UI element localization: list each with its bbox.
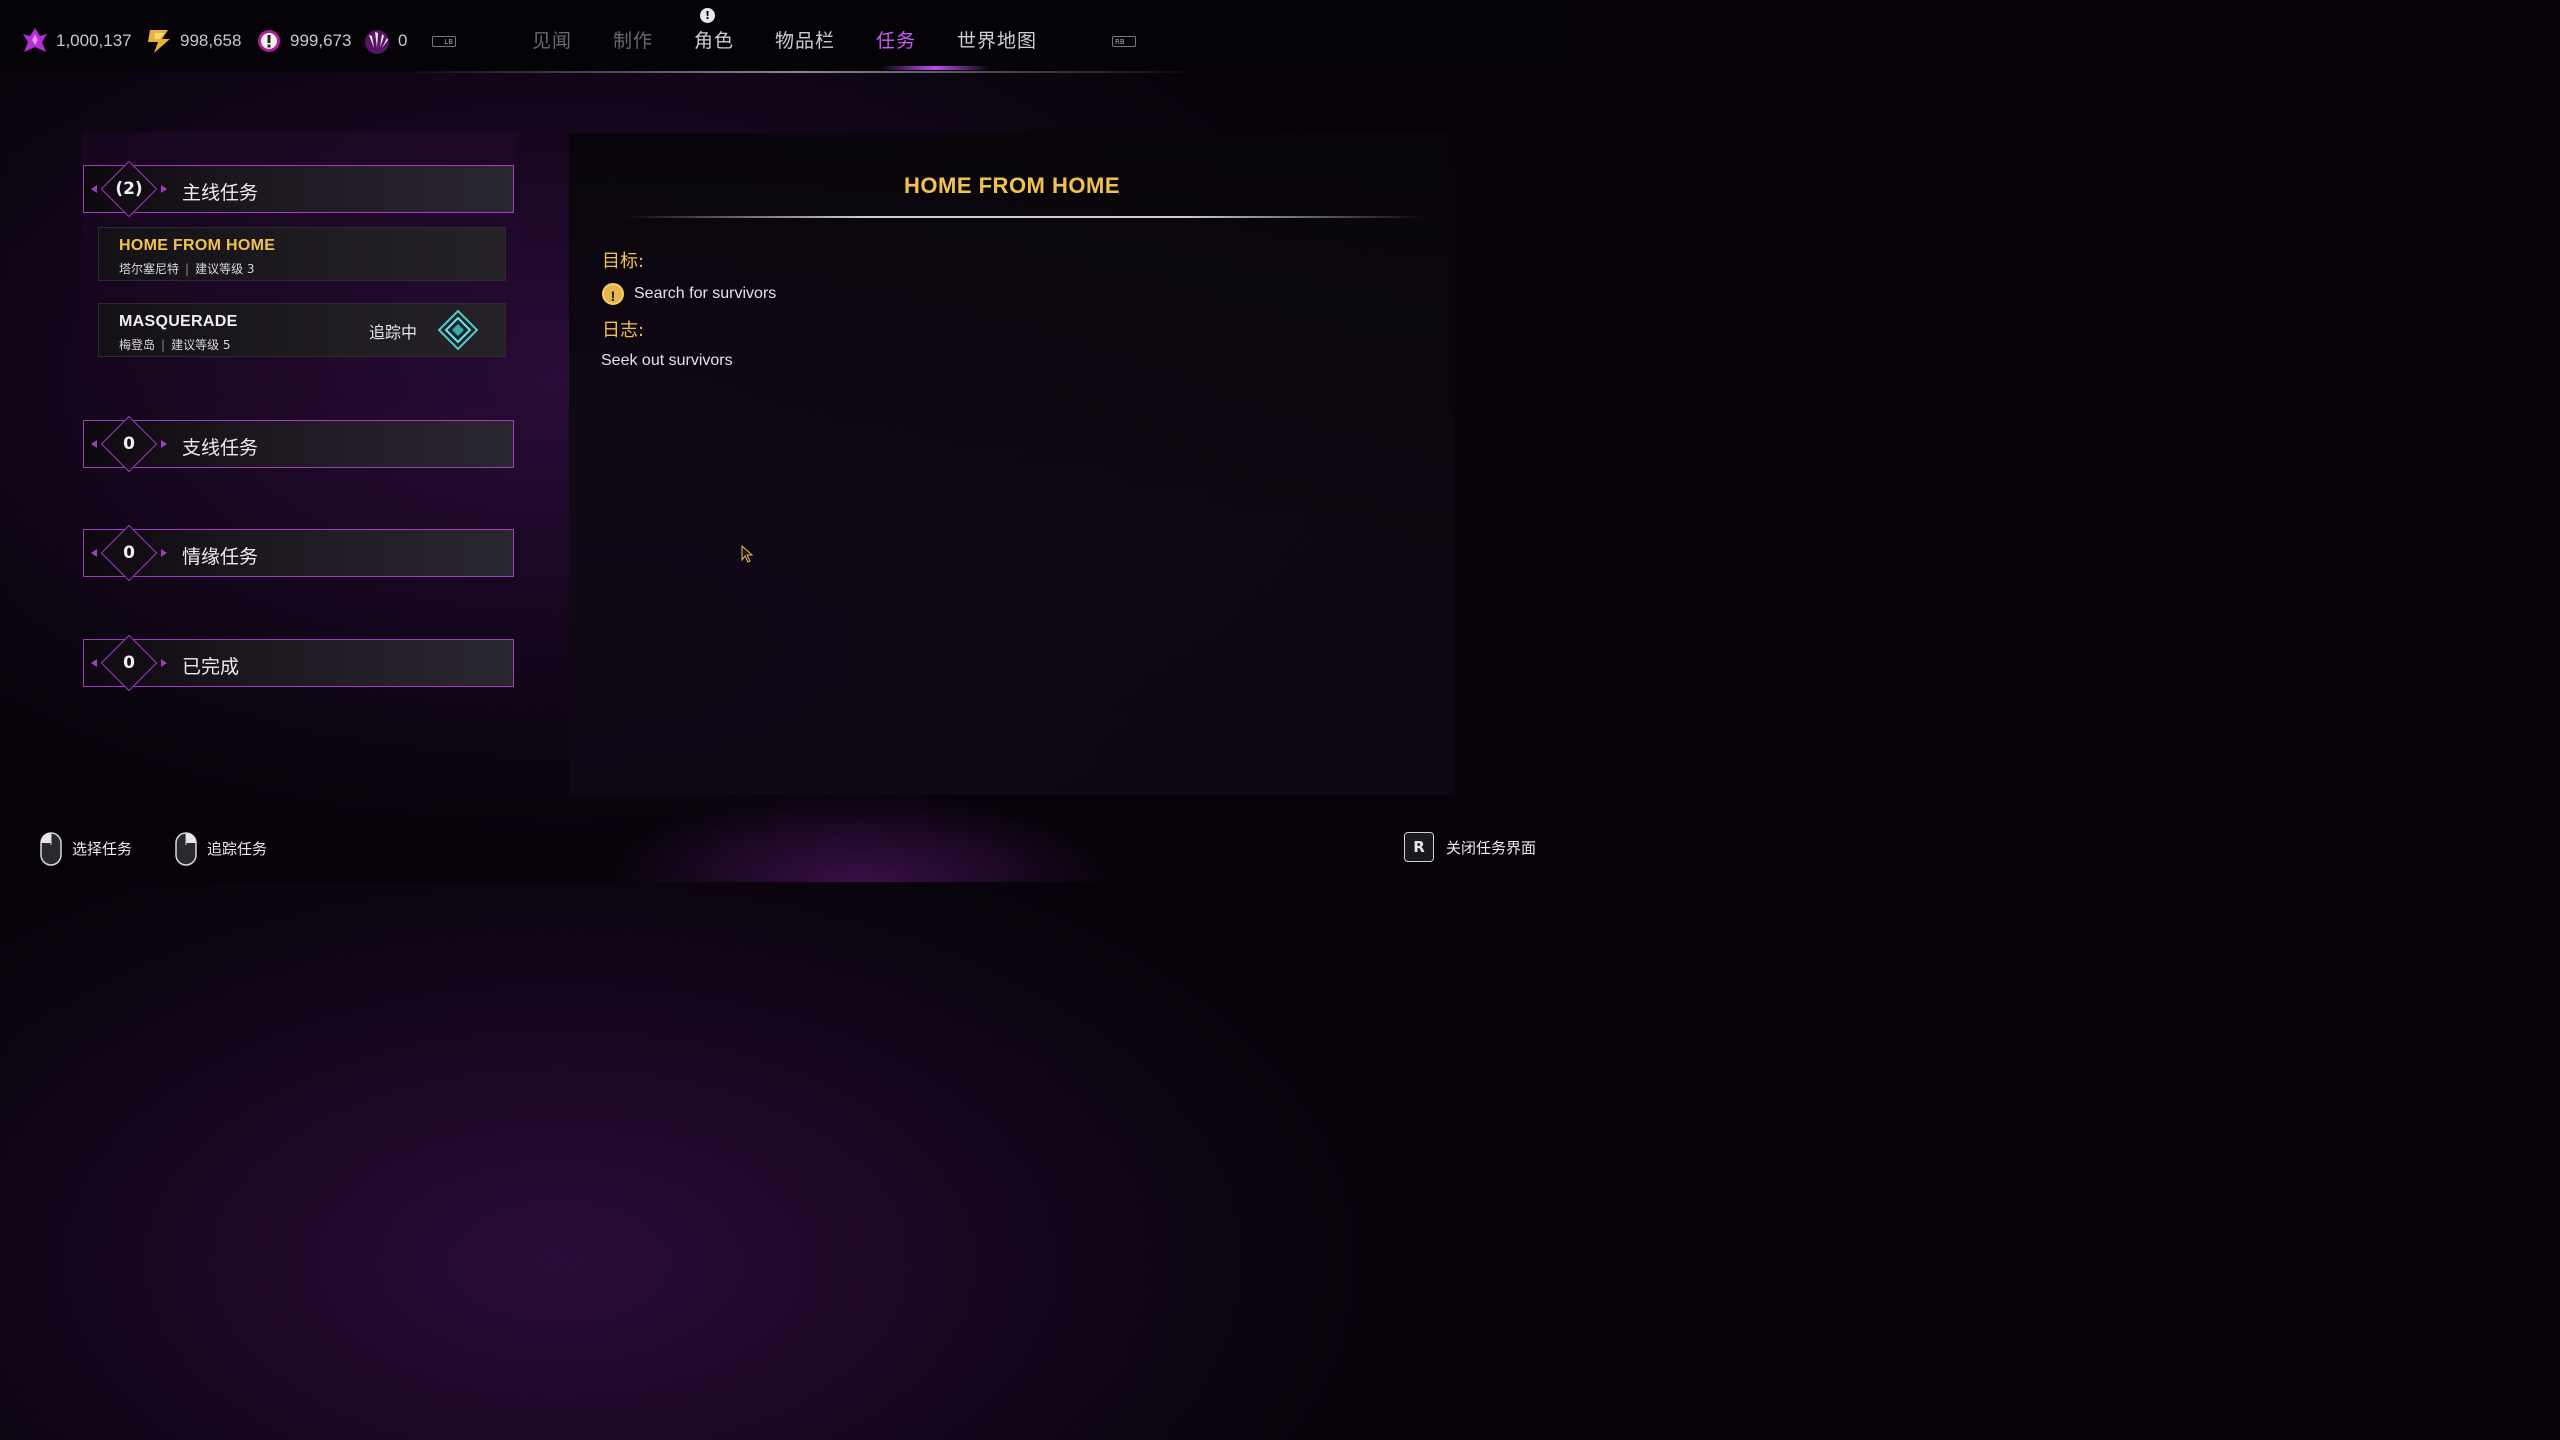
r-key-icon: R [1404,832,1434,862]
objective-text: Search for survivors [634,285,777,302]
mouse-right-icon [175,832,197,866]
hint-label: 选择任务 [72,839,133,858]
category-label: 支线任务 [182,437,259,459]
tab-insights[interactable]: 见闻 [532,26,572,53]
category-count: (2) [115,179,143,199]
objective-heading: 目标: [602,251,645,272]
currency-crystal-value: 1,000,137 [56,31,132,50]
currency-crystal: 1,000,137 [20,24,132,58]
bottom-glow [600,790,1120,882]
currency-alert: 999,673 [254,24,351,58]
gold-lightning-icon [144,26,174,56]
category-label: 主线任务 [182,182,259,204]
tab-inventory[interactable]: 物品栏 [775,26,835,53]
quest-location: 塔尔塞尼特 [119,262,180,276]
log-heading: 日志: [602,320,645,341]
tab-quests[interactable]: 任务 [876,26,916,53]
quest-title: MASQUERADE [119,313,238,330]
count-diamond: (2) [91,159,167,219]
tab-world-map[interactable]: 世界地图 [957,26,1037,53]
title-divider [624,216,1424,218]
hint-track-quest[interactable]: 追踪任务 [175,832,268,866]
top-bar-divider [400,71,1200,73]
count-diamond: 0 [91,414,167,474]
quest-item-home-from-home[interactable]: HOME FROM HOME 塔尔塞尼特 | 建议等级 3 [98,227,506,281]
lb-button-icon[interactable]: LB [432,36,456,47]
quest-level: 建议等级 5 [171,338,231,352]
purple-crystal-icon [20,26,50,56]
rb-button-icon[interactable]: RB [1112,36,1136,47]
currency-lightning-value: 998,658 [180,31,242,50]
quest-detail-panel: HOME FROM HOME 目标: ! Search for survivor… [569,133,1455,795]
currency-claw-value: 0 [398,31,408,50]
category-count: 0 [123,434,135,454]
quest-location: 梅登岛 [119,338,156,352]
top-bar: 1,000,137 998,658 999,673 0 LB ! 见闻 制作 角… [0,0,1568,73]
quest-detail-title: HOME FROM HOME [904,173,1120,198]
mouse-left-icon [40,832,62,866]
alert-notification-icon: ! [700,8,715,23]
mouse-cursor-icon [740,544,754,567]
count-diamond: 0 [91,633,167,693]
hint-label: 关闭任务界面 [1446,838,1537,857]
active-tab-underline [880,66,990,70]
tracking-diamond-icon [437,309,479,351]
category-count: 0 [123,543,135,563]
tab-crafting[interactable]: 制作 [613,26,653,53]
currency-alert-value: 999,673 [290,31,352,50]
quest-level: 建议等级 3 [195,262,255,276]
count-diamond: 0 [91,523,167,583]
category-side-quests[interactable]: 0 支线任务 [83,415,514,473]
category-completed[interactable]: 0 已完成 [83,634,514,692]
tab-character[interactable]: 角色 [694,26,734,53]
tracking-label: 追踪中 [369,323,418,342]
category-label: 已完成 [182,656,240,678]
category-count: 0 [123,653,135,673]
hint-label: 追踪任务 [207,839,268,858]
hint-select-quest[interactable]: 选择任务 [40,832,133,866]
currency-lightning: 998,658 [144,24,241,58]
category-label: 情缘任务 [182,546,259,568]
objective-row: ! Search for survivors [602,283,776,305]
category-main-quests[interactable]: (2) 主线任务 [83,160,514,218]
quest-item-masquerade[interactable]: MASQUERADE 梅登岛 | 建议等级 5 追踪中 [98,303,506,357]
hint-close-quests[interactable]: R 关闭任务界面 [1404,832,1536,862]
quest-title: HOME FROM HOME [119,237,276,254]
objective-alert-icon: ! [602,283,624,305]
quest-subtitle: 梅登岛 | 建议等级 5 [119,338,231,352]
white-claw-icon [362,26,392,56]
currency-claw: 0 [362,24,407,58]
log-text: Seek out survivors [601,352,733,369]
category-companion-quests[interactable]: 0 情缘任务 [83,524,514,582]
quest-subtitle: 塔尔塞尼特 | 建议等级 3 [119,262,255,276]
alert-shield-icon [254,26,284,56]
